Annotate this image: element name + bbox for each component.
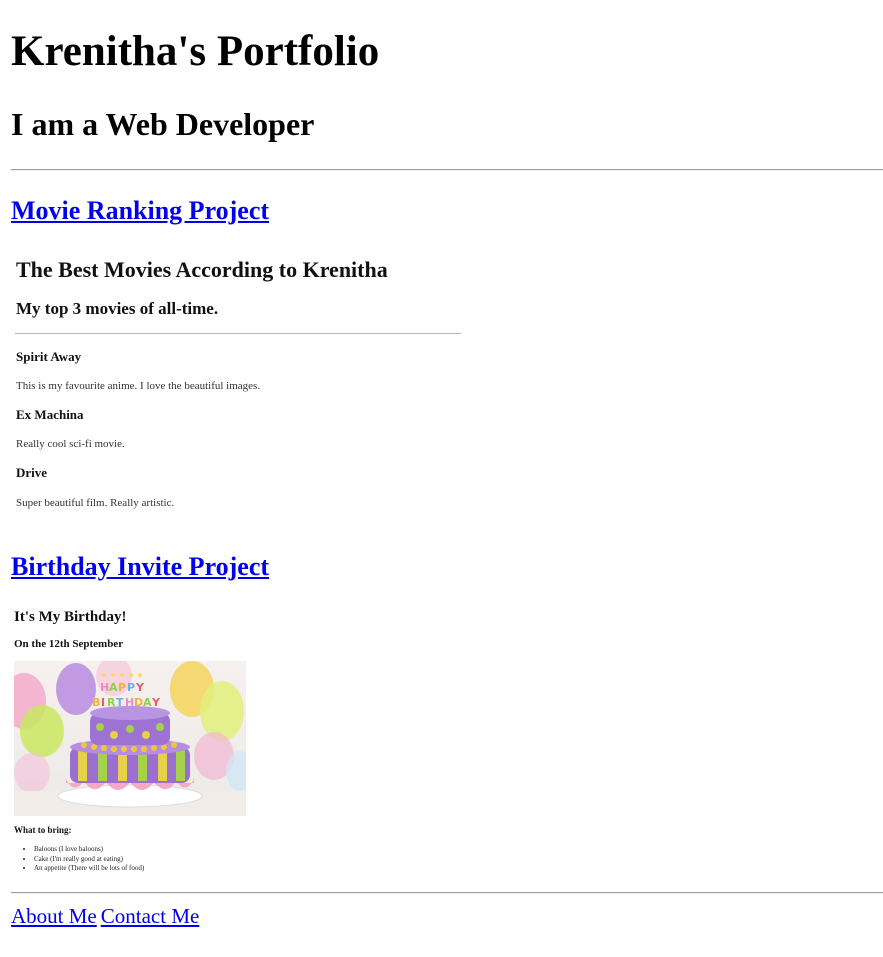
svg-text:Y: Y	[135, 681, 145, 694]
movie-title: Drive	[16, 465, 48, 480]
movie-description: Really cool sci-fi movie.	[16, 438, 125, 450]
svg-text:P: P	[118, 681, 126, 694]
about-me-link[interactable]: About Me	[11, 904, 97, 928]
list-item: An appetite (There will be lots of food)	[34, 864, 144, 874]
svg-text:B: B	[92, 696, 100, 709]
svg-text:I: I	[101, 696, 105, 709]
svg-text:A: A	[143, 696, 152, 709]
svg-text:A: A	[109, 681, 118, 694]
contact-me-link[interactable]: Contact Me	[101, 904, 200, 928]
birthday-invite-project-link[interactable]: Birthday Invite Project	[11, 552, 269, 582]
movie-ranking-project-link[interactable]: Movie Ranking Project	[11, 196, 269, 226]
movie-title: Spirit Away	[16, 349, 82, 364]
list-item: Cake (I'm really good at eating)	[34, 855, 144, 865]
svg-text:P: P	[127, 681, 135, 694]
birthday-invite-preview: It's My Birthday! On the 12th September	[11, 605, 271, 880]
svg-text:T: T	[116, 696, 124, 709]
movies-preview-title: The Best Movies According to Krenitha	[16, 257, 388, 282]
birthday-cake-image: H A P P Y B I R T H D A Y	[14, 661, 246, 816]
page-title: Krenitha's Portfolio	[11, 28, 380, 75]
svg-text:R: R	[107, 696, 116, 709]
footer-divider	[11, 892, 883, 894]
svg-text:D: D	[134, 696, 143, 709]
movie-title: Ex Machina	[16, 407, 84, 422]
movie-ranking-preview: The Best Movies According to Krenitha My…	[11, 245, 466, 530]
header-divider	[11, 169, 883, 171]
what-to-bring-heading: What to bring:	[14, 825, 72, 835]
birthday-preview-title: It's My Birthday!	[14, 609, 127, 625]
birthday-preview-date: On the 12th September	[14, 638, 124, 650]
svg-text:Y: Y	[151, 696, 161, 709]
movies-preview-subtitle: My top 3 movies of all-time.	[16, 299, 219, 318]
list-item: Baloons (I love baloons)	[34, 845, 144, 855]
movie-description: Super beautiful film. Really artistic.	[16, 497, 175, 509]
movies-preview-divider	[15, 333, 461, 334]
what-to-bring-list: Baloons (I love baloons) Cake (I'm reall…	[14, 845, 144, 874]
svg-text:H: H	[125, 696, 134, 709]
footer-nav: About Me Contact Me	[11, 903, 199, 929]
page-subtitle: I am a Web Developer	[11, 106, 315, 142]
svg-text:H: H	[100, 681, 109, 694]
movie-description: This is my favourite anime. I love the b…	[16, 380, 261, 392]
